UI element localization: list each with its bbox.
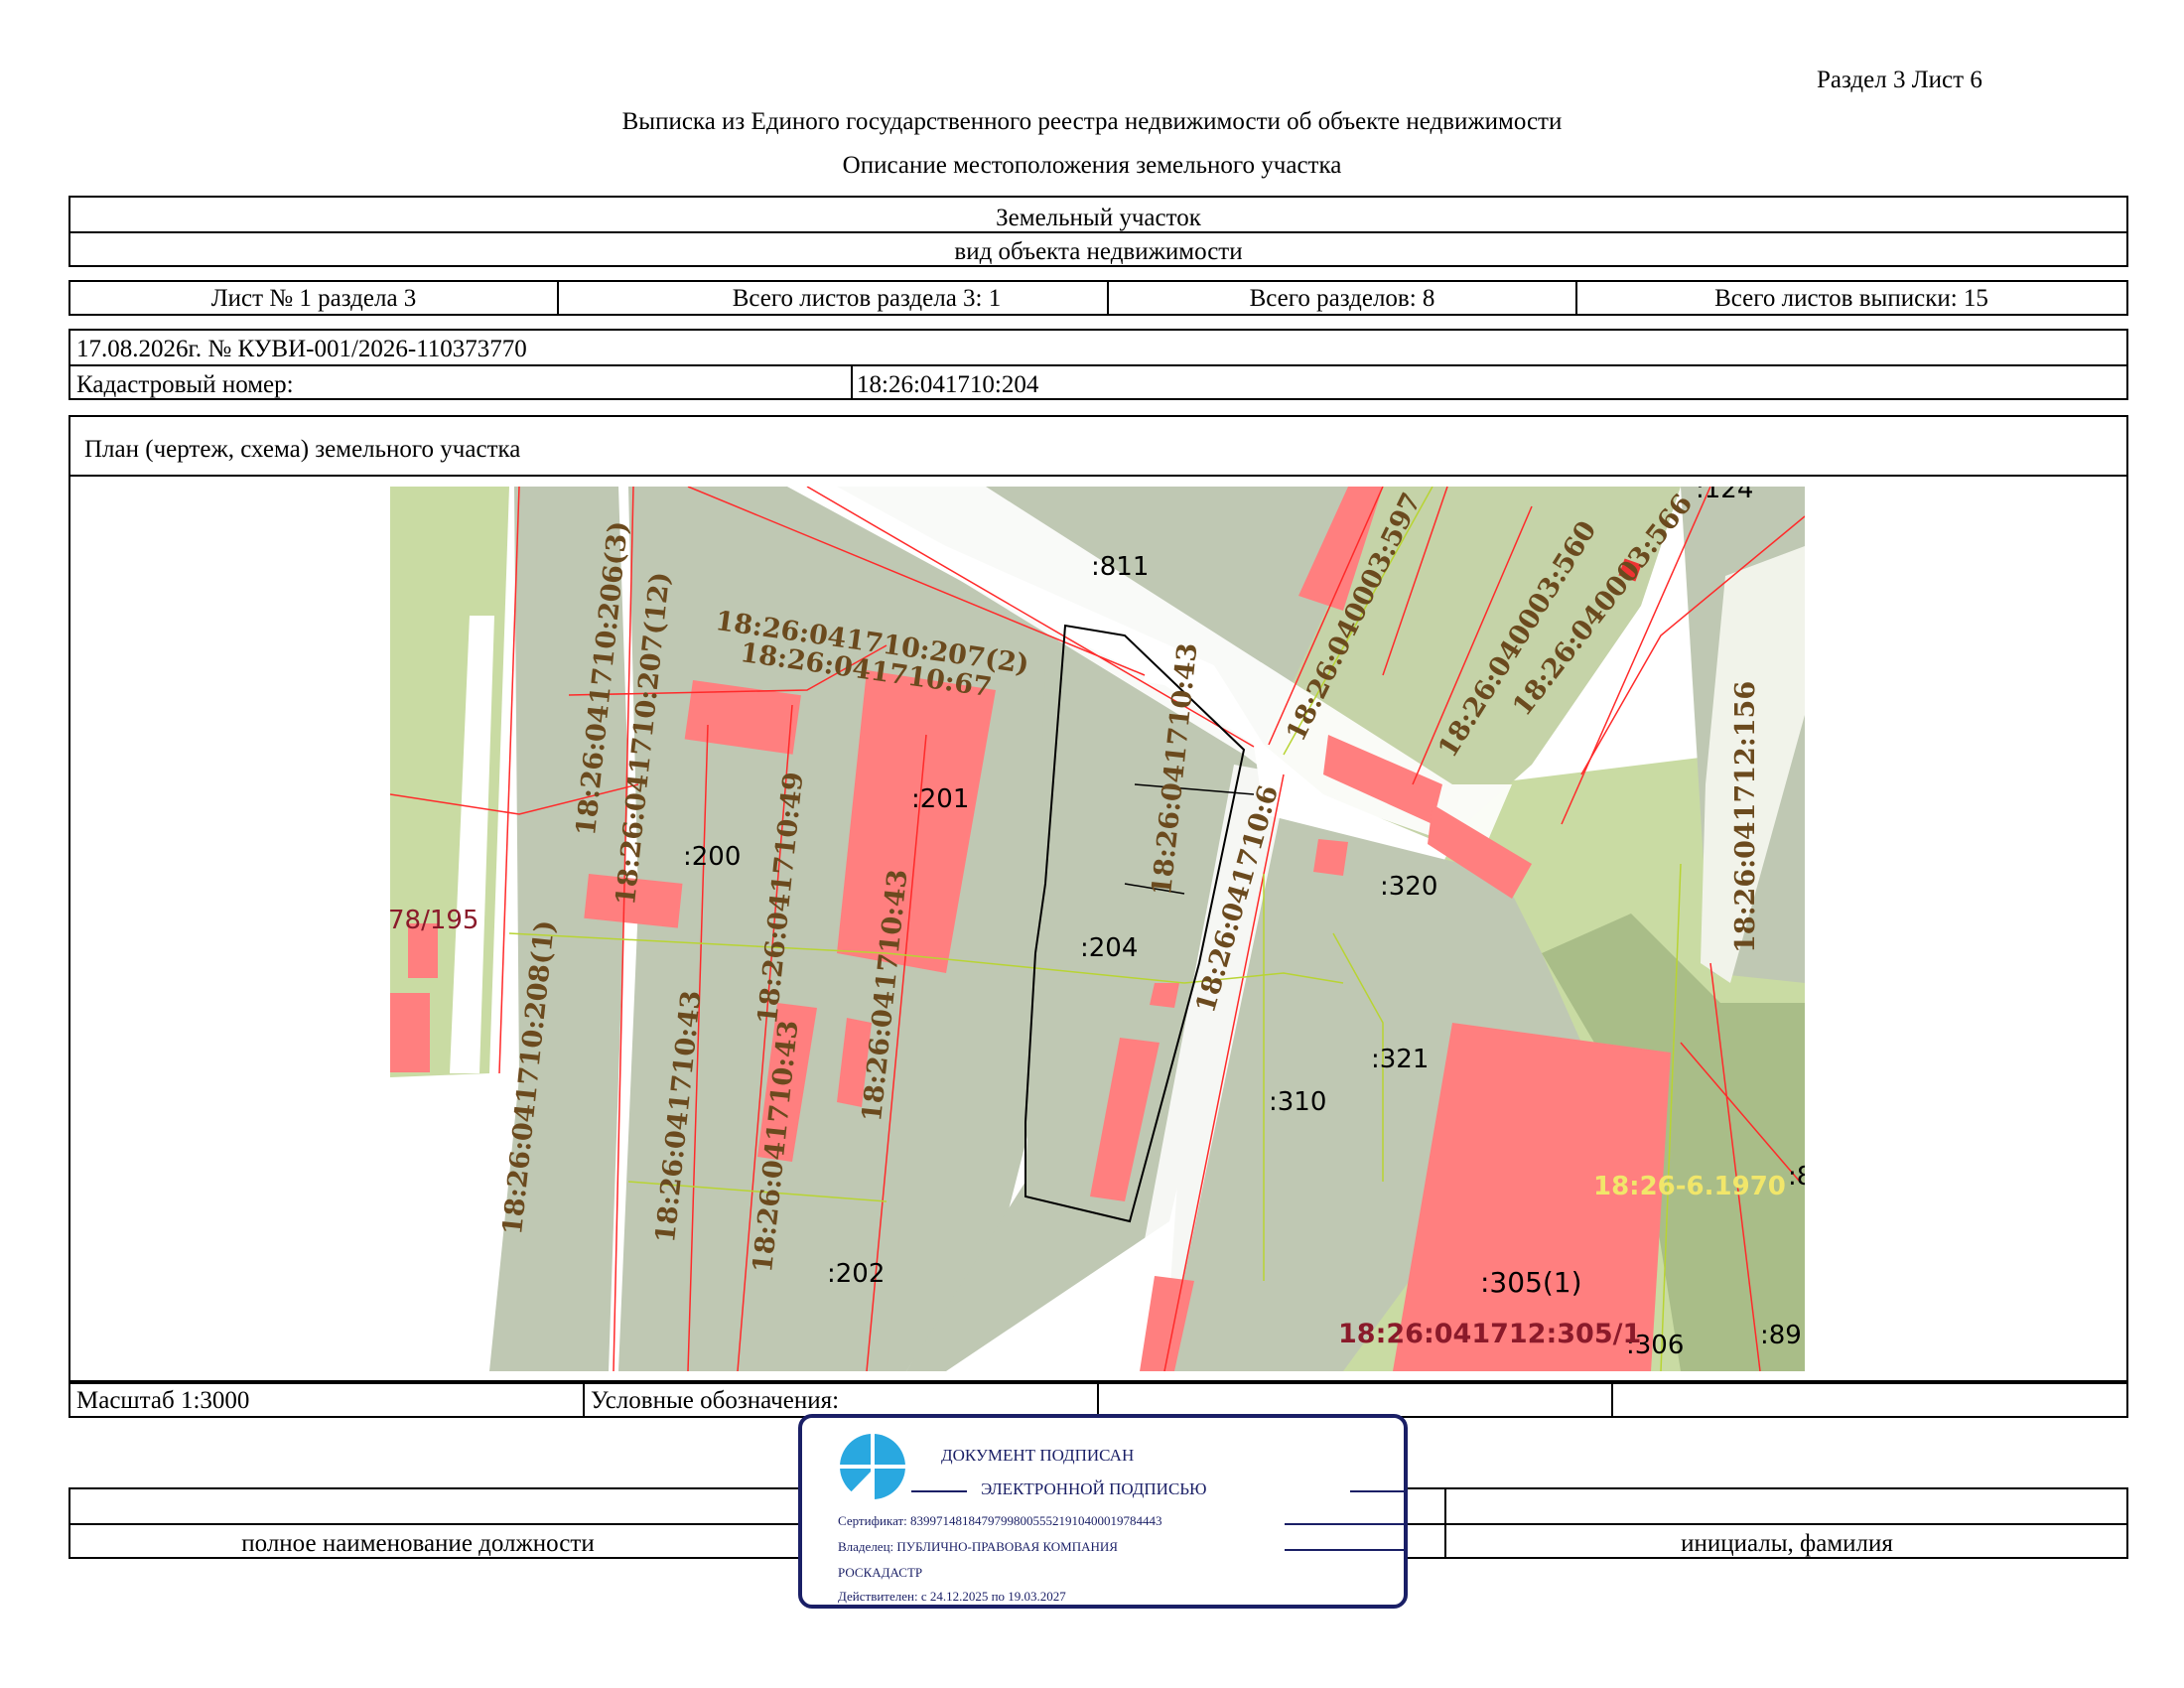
cadastral-map: :811 :124 :201 :200 :204 :320 :321 :310 … — [390, 487, 1805, 1371]
map-label-200: :200 — [683, 842, 742, 872]
map-label-305-full: 18:26:041712:305/1 — [1338, 1319, 1642, 1349]
map-label-204: :204 — [1080, 933, 1139, 963]
object-type-caption: вид объекта недвижимости — [954, 238, 1243, 265]
map-label-1970: 18:26-6.1970 — [1593, 1172, 1786, 1201]
record-box: 17.08.2026г. № КУВИ-001/2026-110373770 К… — [68, 329, 2128, 400]
scale-label: Масштаб 1:3000 — [76, 1386, 250, 1414]
stamp-valid: Действителен: с 24.12.2025 по 19.03.2027 — [838, 1589, 1066, 1604]
building — [390, 993, 430, 1072]
map-label-89: :89 — [1760, 1321, 1802, 1350]
green-zone-west — [390, 487, 509, 1077]
map-label-201: :201 — [911, 784, 970, 814]
document-subtitle: Описание местоположения земельного участ… — [842, 152, 1342, 179]
sheet-number: Лист № 1 раздела 3 — [210, 284, 417, 312]
stamp-line-1: ДОКУМЕНТ ПОДПИСАН — [941, 1446, 1135, 1465]
map-label-321: :321 — [1371, 1045, 1430, 1074]
object-type-box: Земельный участок вид объекта недвижимос… — [68, 196, 2128, 267]
map-label-195: 78/195 — [390, 906, 479, 935]
plan-title: План (чертеж, схема) земельного участка — [84, 436, 521, 463]
map-label-156: 18:26:041712:156 — [1730, 680, 1761, 953]
map-label-320: :320 — [1380, 872, 1438, 902]
name-caption: инициалы, фамилия — [1681, 1530, 1893, 1557]
rosreestr-logo-icon — [838, 1432, 907, 1501]
stamp-certificate: Сертификат: 8399714818479799800555219104… — [838, 1513, 1162, 1528]
building — [1150, 983, 1179, 1008]
scale-legend-row: Масштаб 1:3000 Условные обозначения: — [68, 1382, 2128, 1418]
total-section-sheets: Всего листов раздела 3: 1 — [732, 284, 1002, 312]
document-title: Выписка из Единого государственного реес… — [621, 108, 1563, 135]
legend-label: Условные обозначения: — [591, 1386, 840, 1414]
map-label-124: :124 — [1696, 487, 1754, 504]
cadastral-number-value: 18:26:041710:204 — [857, 371, 1039, 398]
cadastral-number-label: Кадастровый номер: — [76, 371, 294, 398]
section-sheet-label: Раздел 3 Лист 6 — [1817, 67, 1982, 93]
stamp-owner: Владелец: ПУБЛИЧНО-ПРАВОВАЯ КОМПАНИЯ — [838, 1539, 1118, 1554]
map-label-310: :310 — [1269, 1087, 1327, 1117]
map-label-202: :202 — [827, 1259, 886, 1289]
building — [1313, 839, 1348, 876]
stamp-owner-2: РОСКАДАСТР — [838, 1565, 923, 1580]
extract-date-number: 17.08.2026г. № КУВИ-001/2026-110373770 — [76, 336, 527, 362]
e-signature-stamp: ДОКУМЕНТ ПОДПИСАН ЭЛЕКТРОННОЙ ПОДПИСЬЮ С… — [798, 1414, 1408, 1609]
total-sections: Всего разделов: 8 — [1249, 284, 1435, 312]
position-caption: полное наименование должности — [241, 1530, 595, 1557]
stamp-line-2: ЭЛЕКТРОННОЙ ПОДПИСЬЮ — [981, 1479, 1207, 1498]
sheet-info-row: Лист № 1 раздела 3 Всего листов раздела … — [68, 280, 2128, 316]
map-label-8: :8 — [1788, 1162, 1805, 1192]
object-type-value: Земельный участок — [996, 205, 1201, 231]
map-label-305-1: :305(1) — [1480, 1266, 1582, 1299]
total-extract-sheets: Всего листов выписки: 15 — [1714, 284, 1988, 312]
map-label-811: :811 — [1091, 552, 1150, 582]
